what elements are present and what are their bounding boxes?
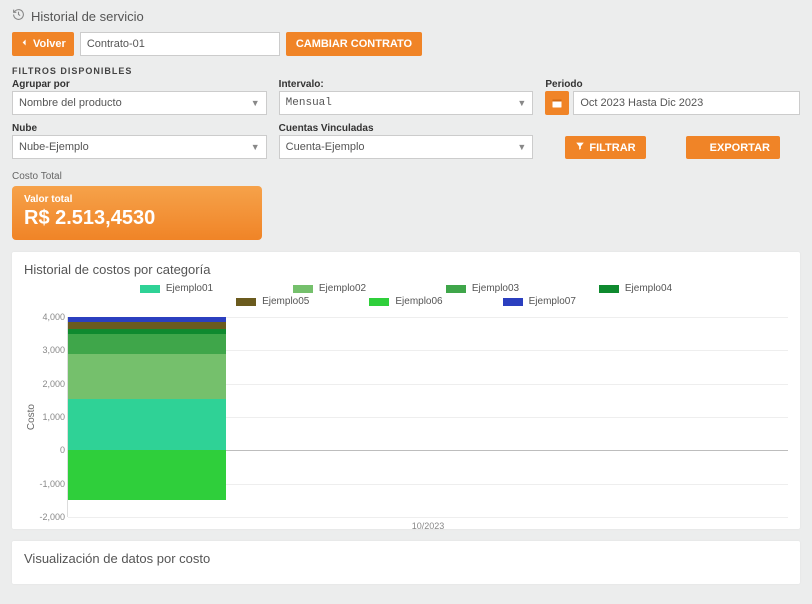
chevron-down-icon: ▼ [517,98,526,108]
accounts-label: Cuentas Vinculadas [279,123,534,134]
contract-input[interactable]: Contrato-01 [80,32,280,56]
legend-label: Ejemplo05 [262,296,309,307]
funnel-icon [575,141,585,154]
legend-swatch [503,298,523,306]
page-title-text: Historial de servicio [31,9,144,24]
legend-item[interactable]: Ejemplo05 [236,296,309,307]
change-contract-label: CAMBIAR CONTRATO [296,38,412,50]
legend-label: Ejemplo02 [319,283,366,294]
filters-available-label: FILTROS DISPONIBLES [12,66,800,76]
ytick: 3,000 [42,345,65,355]
ytick: 1,000 [42,412,65,422]
change-contract-button[interactable]: CAMBIAR CONTRATO [286,32,422,56]
chevron-down-icon: ▼ [517,142,526,152]
ytick: 4,000 [42,312,65,322]
period-value: Oct 2023 Hasta Dic 2023 [580,97,703,109]
ytick: -1,000 [39,479,65,489]
export-button-label: EXPORTAR [710,142,770,154]
legend-item[interactable]: Ejemplo01 [140,283,213,294]
total-card-value: R$ 2.513,4530 [24,207,250,230]
download-icon [696,141,706,154]
legend-swatch [236,298,256,306]
groupby-select[interactable]: Nombre del producto ▼ [12,91,267,115]
cloud-select[interactable]: Nube-Ejemplo ▼ [12,135,267,159]
page-title: Historial de servicio [12,8,800,24]
legend-item[interactable]: Ejemplo06 [369,296,442,307]
legend-item[interactable]: Ejemplo02 [293,283,366,294]
accounts-value: Cuenta-Ejemplo [286,141,365,153]
total-card-label: Valor total [24,194,250,205]
legend-label: Ejemplo03 [472,283,519,294]
legend-label: Ejemplo01 [166,283,213,294]
data-panel: Visualización de datos por costo [12,541,800,584]
ytick: 0 [60,445,65,455]
legend-swatch [293,285,313,293]
total-card: Valor total R$ 2.513,4530 [12,186,262,240]
calendar-icon[interactable] [545,91,569,115]
chart-legend: Ejemplo01 Ejemplo02 Ejemplo03 Ejemplo04 Eje… [20,283,792,311]
chart-xlabel: 10/2023 [68,521,788,531]
bar-segment [68,334,226,354]
bar-segment [68,399,226,451]
period-input[interactable]: Oct 2023 Hasta Dic 2023 [573,91,800,115]
interval-value: Mensual [286,97,332,109]
contract-input-value: Contrato-01 [87,38,145,50]
filter-button[interactable]: FILTRAR [565,136,645,159]
period-label: Periodo [545,79,800,90]
chart-ylabel: Costo [24,404,37,430]
back-button[interactable]: Volver [12,32,74,56]
groupby-value: Nombre del producto [19,97,122,109]
chart-panel: Historial de costos por categoría Ejempl… [12,252,800,529]
cloud-label: Nube [12,123,267,134]
arrow-left-icon [20,38,29,50]
cloud-value: Nube-Ejemplo [19,141,89,153]
chart-area: Costo -2,000-1,00001,0002,0003,0004,000 … [24,317,788,517]
bar-segment [68,317,226,322]
legend-swatch [446,285,466,293]
back-button-label: Volver [33,38,66,50]
interval-label: Intervalo: [279,79,534,90]
gridline [68,517,788,518]
accounts-select[interactable]: Cuenta-Ejemplo ▼ [279,135,534,159]
legend-label: Ejemplo04 [625,283,672,294]
groupby-label: Agrupar por [12,79,267,90]
legend-item[interactable]: Ejemplo04 [599,283,672,294]
history-icon [12,8,25,24]
bar-segment [68,322,226,329]
bar-segment [68,354,226,399]
legend-item[interactable]: Ejemplo07 [503,296,576,307]
bar-segment [68,329,226,334]
legend-swatch [369,298,389,306]
total-section-label: Costo Total [12,171,800,182]
export-button[interactable]: EXPORTAR [686,136,780,159]
chevron-down-icon: ▼ [251,98,260,108]
interval-select[interactable]: Mensual ▼ [279,91,534,115]
data-panel-title: Visualización de datos por costo [24,551,792,566]
chevron-down-icon: ▼ [251,142,260,152]
filter-button-label: FILTRAR [589,142,635,154]
legend-swatch [599,285,619,293]
legend-item[interactable]: Ejemplo03 [446,283,519,294]
ytick: 2,000 [42,379,65,389]
legend-swatch [140,285,160,293]
legend-label: Ejemplo07 [529,296,576,307]
chart-panel-title: Historial de costos por categoría [24,262,792,277]
ytick: -2,000 [39,512,65,522]
legend-label: Ejemplo06 [395,296,442,307]
bar-segment [68,450,226,500]
